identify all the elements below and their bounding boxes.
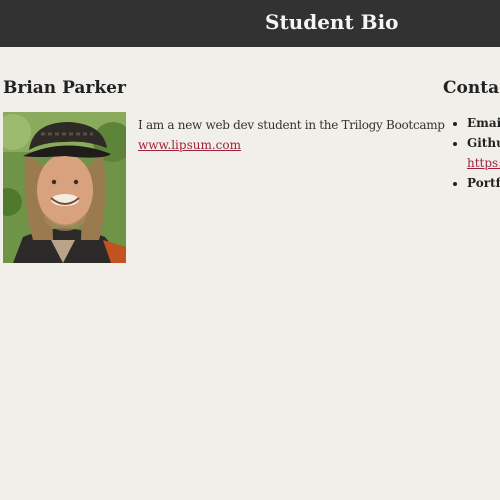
contact-list: Email Githu https:/ Portfo: [450, 113, 500, 193]
page-header: Student Bio: [0, 0, 500, 47]
contact-email-label: Email: [467, 116, 500, 130]
contact-portfolio-label: Portfo: [467, 176, 500, 190]
bio-text: I am a new web dev student in the Trilog…: [138, 118, 445, 132]
page-title: Student Bio: [265, 10, 399, 34]
github-link[interactable]: https:/: [467, 153, 500, 173]
bio-link[interactable]: www.lipsum.com: [138, 135, 241, 155]
contact-item-portfolio: Portfo: [467, 173, 500, 193]
contact-item-email: Email: [467, 113, 500, 133]
student-name: Brian Parker: [3, 78, 126, 98]
profile-photo: [3, 112, 126, 263]
bio-section: I am a new web dev student in the Trilog…: [138, 115, 445, 155]
contact-heading: Contact: [443, 78, 500, 98]
contact-github-label: Githu: [467, 136, 500, 150]
contact-item-github: Githu https:/: [467, 133, 500, 173]
